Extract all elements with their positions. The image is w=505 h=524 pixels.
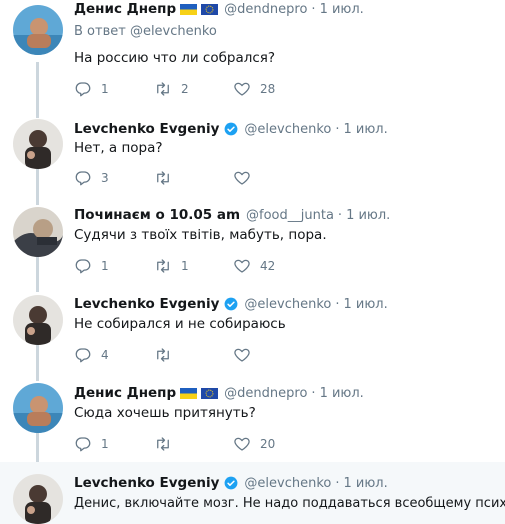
verified-badge-icon [224,297,238,311]
retweet-count: 2 [181,82,189,96]
timestamp[interactable]: 1 июл. [346,208,390,223]
tweet-text: Не собирался и не собираюсь [74,316,286,332]
ukraine-flag-icon [180,3,198,15]
ukraine-flag-icon [180,387,198,399]
author-name[interactable]: Levchenko Evgeniy [74,121,219,137]
separator-dot: · [337,207,343,223]
conversation-thread: Денис Днепр @dendnepro · 1 июл. В ответ … [0,0,505,524]
reply-button[interactable]: 1 [74,80,109,98]
reply-icon [74,257,92,275]
heart-icon [233,257,251,275]
author-handle[interactable]: @dendnepro [224,386,307,401]
reply-button[interactable]: 4 [74,346,109,364]
author-handle[interactable]: @elevchenko [244,122,331,137]
retweet-icon [154,435,172,453]
author-name[interactable]: Починаєм о 10.05 am [74,207,240,223]
retweet-button[interactable]: 1 [154,257,189,275]
timestamp[interactable]: 1 июл. [344,476,388,491]
retweet-button[interactable]: 2 [154,80,189,98]
avatar[interactable] [13,474,63,524]
author-handle[interactable]: @food__junta [246,208,334,223]
like-count: 42 [260,259,276,273]
author-name[interactable]: Денис Днепр [74,385,176,401]
author-handle[interactable]: @elevchenko [244,476,331,491]
reply-count: 1 [101,82,109,96]
separator-dot: · [335,296,340,312]
reply-icon [74,435,92,453]
tweet[interactable]: Levchenko Evgeniy @elevchenko · 1 июл. Н… [0,286,505,376]
like-button[interactable]: 42 [233,257,275,275]
reply-icon [74,80,92,98]
timestamp[interactable]: 1 июл. [344,297,388,312]
separator-dot: · [311,1,316,17]
author-name[interactable]: Денис Днепр [74,1,176,17]
reply-icon [74,169,92,187]
avatar[interactable] [13,119,63,169]
verified-badge-icon [224,122,238,136]
retweet-button[interactable] [154,346,181,364]
like-button[interactable]: 28 [233,80,275,98]
separator-dot: · [311,385,316,401]
reply-button[interactable]: 1 [74,435,109,453]
focused-tweet[interactable]: Levchenko Evgeniy @elevchenko · 1 июл. Д… [0,462,505,524]
timestamp[interactable]: 1 июл. [320,2,364,17]
tweet-text: Нет, а пора? [74,140,163,156]
retweet-icon [154,169,172,187]
tweet[interactable]: Починаєм о 10.05 am @food__junta · 1 июл… [0,198,505,288]
verified-badge-icon [224,476,238,490]
like-button[interactable] [233,169,260,187]
tweet-actions: 1 20 [74,435,294,455]
like-count: 28 [260,82,276,96]
reply-count: 4 [101,348,109,362]
separator-dot: · [335,121,340,137]
retweet-icon [154,257,172,275]
author-name[interactable]: Levchenko Evgeniy [74,475,219,491]
like-count: 20 [260,437,276,451]
avatar[interactable] [13,207,63,257]
eu-flag-icon [201,3,219,15]
tweet-text: Денис, включайте мозг. Не надо поддавать… [74,496,505,511]
tweet[interactable]: Денис Днепр @dendnepro · 1 июл. В ответ … [0,0,505,110]
tweet-actions: 1 1 42 [74,257,294,277]
author-name[interactable]: Levchenko Evgeniy [74,296,219,312]
reply-count: 1 [101,259,109,273]
author-handle[interactable]: @elevchenko [244,297,331,312]
like-button[interactable]: 20 [233,435,275,453]
retweet-count: 1 [181,259,189,273]
heart-icon [233,435,251,453]
author-handle[interactable]: @dendnepro [224,2,307,17]
retweet-button[interactable] [154,435,181,453]
timestamp[interactable]: 1 июл. [344,122,388,137]
heart-icon [233,80,251,98]
avatar[interactable] [13,383,63,433]
tweet-actions: 1 2 28 [74,80,294,100]
reply-button[interactable]: 3 [74,169,109,187]
timestamp[interactable]: 1 июл. [320,386,364,401]
reply-count: 3 [101,171,109,185]
tweet-actions: 4 [74,346,294,366]
reply-icon [74,346,92,364]
tweet[interactable]: Levchenko Evgeniy @elevchenko · 1 июл. Н… [0,110,505,200]
heart-icon [233,169,251,187]
tweet-text: На россию что ли собрался? [74,50,276,66]
reply-count: 1 [101,437,109,451]
reply-button[interactable]: 1 [74,257,109,275]
avatar[interactable] [13,295,63,345]
heart-icon [233,346,251,364]
tweet-text: Сюда хочешь притянуть? [74,405,256,421]
separator-dot: · [335,475,340,491]
like-button[interactable] [233,346,260,364]
avatar[interactable] [13,5,63,55]
tweet[interactable]: Денис Днепр @dendnepro · 1 июл. Сюда хоч… [0,374,505,462]
tweet-text: Судячи з твоїх твітів, мабуть, пора. [74,227,327,243]
eu-flag-icon [201,387,219,399]
reply-to-label[interactable]: В ответ @elevchenko [74,24,217,39]
retweet-icon [154,80,172,98]
retweet-icon [154,346,172,364]
tweet-actions: 3 [74,169,294,189]
retweet-button[interactable] [154,169,181,187]
